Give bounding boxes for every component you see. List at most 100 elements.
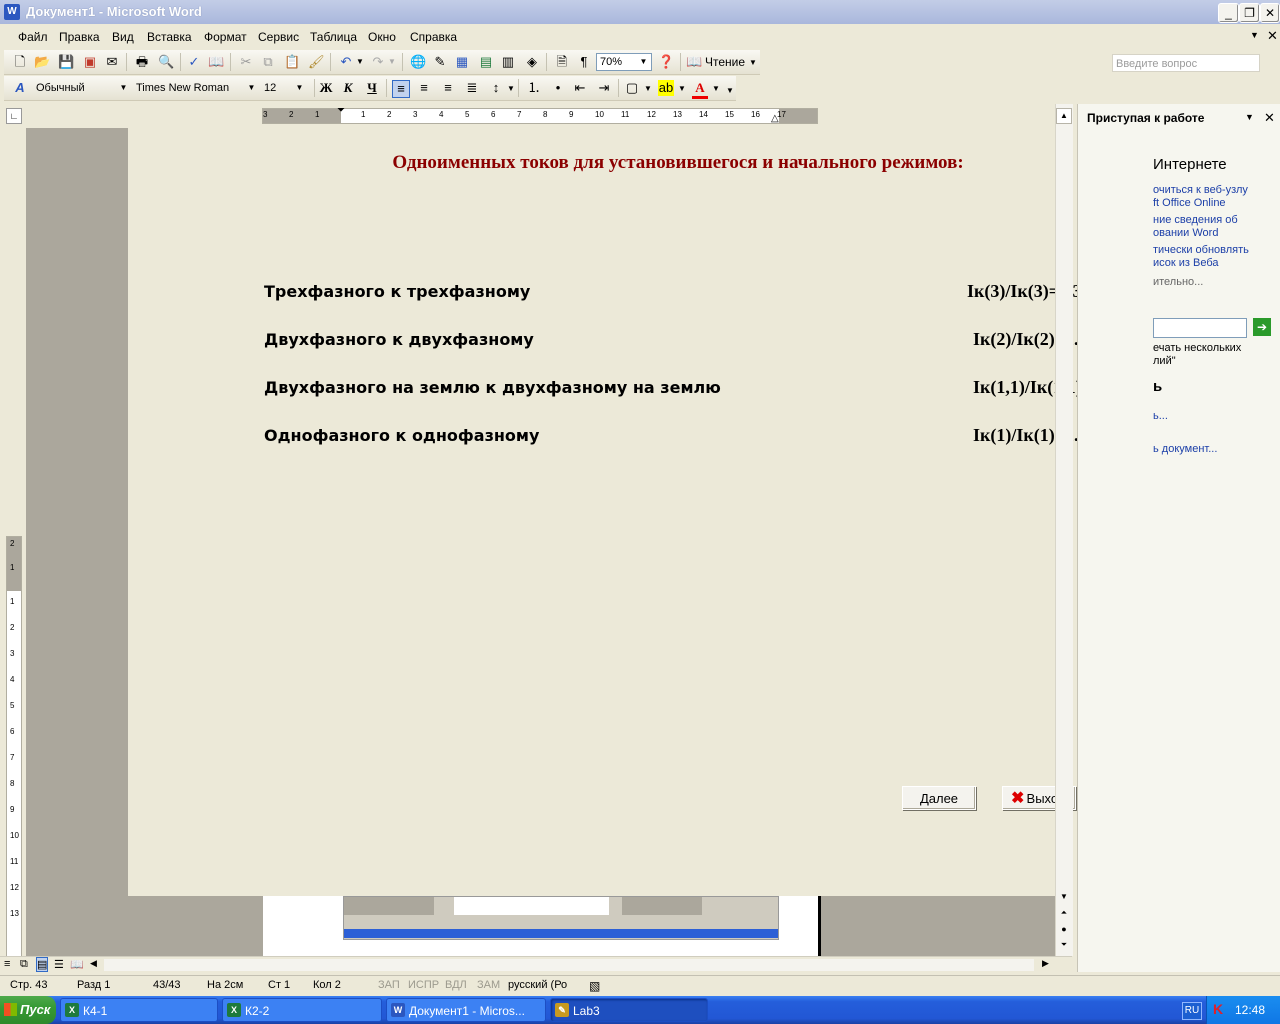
menu-table[interactable]: Таблица (310, 30, 357, 44)
style-select[interactable]: Обычный ▼ (32, 79, 132, 97)
format-painter-icon[interactable]: 🖌 (308, 54, 325, 70)
next-button[interactable]: Далее (902, 786, 976, 810)
normal-view-icon[interactable]: ≡ (4, 958, 10, 970)
spelling-status-icon[interactable]: ▧ (589, 979, 600, 993)
font-color-icon[interactable]: A (692, 80, 708, 99)
task-pane-link-3[interactable]: ние сведения об (1153, 214, 1238, 226)
align-right-icon[interactable]: ≡ (440, 80, 456, 96)
increase-indent-icon[interactable]: ⇥ (596, 80, 612, 96)
vertical-scrollbar[interactable]: ▲ ▼ ⏶ ● ⏷ (1055, 104, 1073, 956)
task-pane-link-8[interactable]: ь документ... (1153, 443, 1217, 455)
menu-window[interactable]: Окно (368, 30, 396, 44)
document-map-icon[interactable]: 🗎 (554, 54, 570, 70)
menu-format[interactable]: Формат (204, 30, 247, 44)
horizontal-scrollbar[interactable] (104, 959, 1034, 971)
bullets-icon[interactable]: • (550, 80, 566, 96)
vertical-ruler[interactable]: 2 1 1 2 3 4 5 6 7 8 9 10 11 12 13 (6, 536, 22, 958)
print-preview-icon[interactable]: 🔍 (158, 54, 174, 70)
show-hide-icon[interactable]: ¶ (576, 54, 592, 70)
menu-help[interactable]: Справка (410, 30, 457, 44)
menu-tools[interactable]: Сервис (258, 30, 299, 44)
email-icon[interactable]: ✉ (104, 54, 120, 70)
columns-icon[interactable]: ▥ (500, 54, 516, 70)
tables-borders-icon[interactable]: ✎ (432, 54, 448, 70)
status-trk[interactable]: ИСПР (408, 979, 439, 991)
outline-view-icon[interactable]: ☰ (54, 958, 64, 971)
save-icon[interactable]: 💾 (58, 54, 74, 70)
task-pane-link-5[interactable]: тически обновлять (1153, 244, 1249, 256)
search-go-icon[interactable]: ➔ (1253, 318, 1271, 336)
zoom-select[interactable]: 70% ▼ (596, 53, 652, 71)
browse-object-icon[interactable]: ● (1056, 924, 1072, 938)
highlight-icon[interactable]: ab (658, 80, 674, 96)
minimize-button[interactable]: _ (1218, 3, 1239, 23)
taskbar-item-lab3[interactable]: ✎ Lab3 (550, 998, 708, 1022)
toolbar-options-icon[interactable]: ▼ (749, 58, 757, 67)
restore-button[interactable]: ❐ (1239, 3, 1260, 23)
redo-dropdown-icon[interactable]: ▼ (388, 57, 396, 66)
drawing-icon[interactable]: ◈ (524, 54, 540, 70)
undo-dropdown-icon[interactable]: ▼ (356, 57, 364, 66)
underline-button[interactable]: Ч (364, 80, 380, 96)
status-rec[interactable]: ЗАП (378, 979, 400, 991)
web-layout-icon[interactable]: ⧉ (20, 958, 28, 971)
taskbar-item-k4-1[interactable]: X К4-1 (60, 998, 218, 1022)
start-button[interactable]: Пуск (0, 996, 56, 1024)
help-dropdown-icon[interactable]: ▼ (1250, 30, 1259, 40)
help-question-input[interactable]: Введите вопрос (1112, 54, 1260, 72)
reading-mode-button[interactable]: Чтение (705, 53, 745, 71)
permission-icon[interactable]: ▣ (82, 54, 98, 70)
italic-button[interactable]: К (340, 80, 356, 96)
taskbar-item-k2-2[interactable]: X К2-2 (222, 998, 382, 1022)
line-spacing-dropdown-icon[interactable]: ▼ (507, 84, 515, 93)
align-center-icon[interactable]: ≡ (416, 80, 432, 96)
next-page-icon[interactable]: ⏷ (1056, 940, 1072, 954)
indent-marker-icon[interactable]: ⏷ (337, 105, 345, 116)
horizontal-ruler[interactable]: 3 2 1 1 2 3 4 5 6 7 8 9 10 11 12 13 14 15 16 17 ⏷ △ (262, 105, 818, 124)
scroll-up-icon[interactable]: ▲ (1056, 108, 1072, 124)
font-color-dropdown-icon[interactable]: ▼ (712, 84, 720, 93)
task-pane-dropdown-icon[interactable]: ▼ (1245, 112, 1254, 122)
scroll-down-icon[interactable]: ▼ (1056, 892, 1072, 906)
help-icon[interactable]: ❓ (658, 54, 674, 70)
status-ext[interactable]: ВДЛ (445, 979, 467, 991)
menu-file[interactable]: Файл (18, 30, 48, 44)
numbering-icon[interactable]: ⒈ (526, 80, 542, 96)
borders-icon[interactable]: ▢ (624, 80, 640, 96)
taskbar-item-word[interactable]: W Документ1 - Micros... (386, 998, 546, 1022)
research-icon[interactable]: 📖 (208, 54, 224, 70)
scroll-left-icon[interactable]: ◀ (90, 958, 97, 969)
styles-icon[interactable]: A (12, 80, 28, 96)
menu-edit[interactable]: Правка (59, 30, 100, 44)
task-pane-link-7[interactable]: ь... (1153, 410, 1168, 422)
paste-icon[interactable]: 📋 (284, 54, 300, 70)
task-pane-link-2[interactable]: ft Office Online (1153, 197, 1226, 209)
task-pane-more[interactable]: ительно... (1153, 276, 1203, 288)
task-pane-link-6[interactable]: исок из Веба (1153, 257, 1219, 269)
hyperlink-icon[interactable]: 🌐 (410, 54, 426, 70)
task-pane-link-4[interactable]: овании Word (1153, 227, 1218, 239)
print-icon[interactable]: 🖶 (134, 54, 150, 70)
copy-icon[interactable]: ⧉ (260, 54, 276, 70)
close-doc-icon[interactable]: ✕ (1267, 28, 1278, 44)
insert-table-icon[interactable]: ▦ (454, 54, 470, 70)
task-pane-link-1[interactable]: очиться к веб-узлу (1153, 184, 1248, 196)
tab-selector[interactable]: ∟ (6, 108, 22, 124)
borders-dropdown-icon[interactable]: ▼ (644, 84, 652, 93)
cut-icon[interactable]: ✂ (238, 54, 254, 70)
spelling-icon[interactable]: ✓ (186, 54, 202, 70)
new-icon[interactable]: 🗋 (12, 54, 28, 70)
menu-view[interactable]: Вид (112, 30, 134, 44)
line-spacing-icon[interactable]: ↕ (488, 80, 504, 96)
task-pane-close-icon[interactable]: ✕ (1264, 110, 1275, 126)
bold-button[interactable]: Ж (318, 80, 334, 96)
clock[interactable]: 12:48 (1235, 1003, 1265, 1017)
word-app-icon[interactable]: W (4, 4, 20, 20)
font-size-select[interactable]: 12 ▼ (260, 79, 308, 97)
kaspersky-icon[interactable]: K (1213, 1001, 1223, 1017)
align-left-icon[interactable]: ≡ (392, 80, 410, 98)
status-ovr[interactable]: ЗАМ (477, 979, 500, 991)
print-layout-icon[interactable]: ▤ (36, 957, 49, 972)
reading-layout-icon[interactable]: 📖 (70, 958, 84, 971)
font-select[interactable]: Times New Roman ▼ (132, 79, 260, 97)
